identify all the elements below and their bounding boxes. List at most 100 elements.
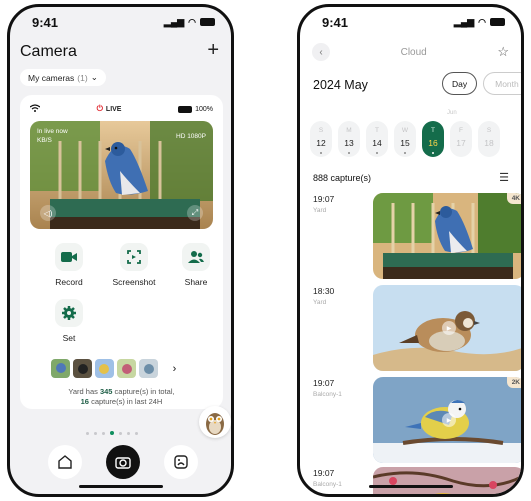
status-bar: 9:41 ▂▄▆ ◠ xyxy=(10,7,231,37)
power-icon: ⏻ xyxy=(96,104,103,113)
clip-location: Yard xyxy=(313,207,327,214)
day-picker: S 12 M 13 T 14 W 15 T 16 F 17 S 18 xyxy=(310,121,500,157)
view-toggle: Day Month xyxy=(442,72,521,95)
gallery-tab[interactable] xyxy=(164,445,198,479)
screenshot-button[interactable]: Screenshot xyxy=(106,243,162,287)
day-number: 16 xyxy=(428,138,438,148)
chevron-right-icon[interactable]: › xyxy=(165,359,184,378)
capture-thumbnail[interactable] xyxy=(73,359,92,378)
has-captures-dot xyxy=(348,152,350,154)
fullscreen-icon[interactable]: ⤢ xyxy=(187,205,203,221)
has-captures-dot xyxy=(432,152,434,154)
capture-count-row: 888 capture(s) ☰ xyxy=(313,171,509,184)
page-dot[interactable] xyxy=(102,431,105,435)
cloud-header: ‹ Cloud ☆ xyxy=(312,42,509,62)
clip-thumbnail[interactable] xyxy=(373,467,521,494)
day-cell[interactable]: M 13 xyxy=(338,121,360,157)
summary-mid: capture(s) in total, xyxy=(112,387,175,396)
clip-location: Balcony-1 xyxy=(313,391,342,398)
play-icon[interactable]: ▶ xyxy=(442,413,456,427)
share-label: Share xyxy=(184,277,208,287)
play-icon[interactable]: ▶ xyxy=(442,321,456,335)
day-cell[interactable]: F 17 xyxy=(450,121,472,157)
day-number: 13 xyxy=(344,138,354,148)
day-of-week: T xyxy=(375,127,379,134)
status-icons: ▂▄▆ ◠ xyxy=(454,17,505,28)
clip-meta: 18:30 Yard xyxy=(313,286,373,306)
day-cell[interactable]: T 16 xyxy=(422,121,444,157)
add-camera-button[interactable]: + xyxy=(207,39,219,62)
battery-icon xyxy=(178,105,193,113)
page-dot[interactable] xyxy=(127,431,130,435)
wifi-icon xyxy=(29,104,41,114)
back-button[interactable]: ‹ xyxy=(312,43,330,61)
day-cell[interactable]: S 12 xyxy=(310,121,332,157)
share-button[interactable]: Share xyxy=(168,243,224,287)
clip-thumbnail[interactable]: 2K ▶ xyxy=(373,377,521,463)
clip-thumbnail[interactable]: 4K xyxy=(373,193,521,279)
camera-filter-dropdown[interactable]: My cameras (1) ⌄ xyxy=(20,69,106,86)
cloud-screen: 9:41 ▂▄▆ ◠ ‹ Cloud ☆ 2024 May Day Month … xyxy=(297,4,524,497)
capture-count: 888 capture(s) xyxy=(313,172,372,183)
clip-time: 19:07 xyxy=(313,194,335,204)
star-icon[interactable]: ☆ xyxy=(497,44,509,60)
home-tab[interactable] xyxy=(48,445,82,479)
live-label: LIVE xyxy=(105,105,122,113)
chevron-left-icon: ‹ xyxy=(319,46,323,58)
capture-thumbnail[interactable] xyxy=(51,359,70,378)
clip-location: Balcony-1 xyxy=(313,481,342,488)
capture-thumbnail[interactable] xyxy=(139,359,158,378)
page-dot[interactable] xyxy=(135,431,138,435)
record-button[interactable]: Record xyxy=(41,243,97,287)
owl-assistant-button[interactable] xyxy=(199,406,231,438)
total-captures: 345 xyxy=(99,387,113,396)
screenshot-label: Screenshot xyxy=(112,277,156,287)
page-dot[interactable] xyxy=(86,431,89,435)
month-label[interactable]: 2024 May xyxy=(313,78,368,92)
page-dot[interactable] xyxy=(94,431,97,435)
day-number: 12 xyxy=(316,138,326,148)
battery-percent: 100% xyxy=(195,105,213,113)
day-of-week: S xyxy=(486,127,492,134)
day-view-button[interactable]: Day xyxy=(442,72,478,95)
status-time: 9:41 xyxy=(322,14,349,30)
clip-thumbnail[interactable]: ▶ xyxy=(373,285,521,371)
camera-tab[interactable] xyxy=(106,445,140,479)
clip-location: Yard xyxy=(313,299,327,306)
blue-jay-image xyxy=(373,193,521,279)
clip-meta: 19:07 Yard xyxy=(313,194,373,214)
day-number: 15 xyxy=(400,138,410,148)
finch-image xyxy=(373,467,521,494)
clip-meta: 19:07 Balcony-1 xyxy=(313,378,373,398)
capture-thumbnail[interactable] xyxy=(117,359,136,378)
capture-thumbnail[interactable] xyxy=(95,359,114,378)
share-people-icon xyxy=(182,243,210,271)
settings-button[interactable]: Set xyxy=(41,299,97,343)
summary-suffix: capture(s) in last 24H xyxy=(88,397,163,406)
day-of-week: T xyxy=(431,127,435,134)
page-dot[interactable] xyxy=(119,431,122,435)
filter-label: My cameras xyxy=(28,72,75,83)
day-of-week: F xyxy=(459,127,463,134)
day-cell[interactable]: W 15 xyxy=(394,121,416,157)
day-of-week: M xyxy=(346,127,352,134)
filter-list-icon[interactable]: ☰ xyxy=(499,171,509,184)
filter-count: (1) xyxy=(77,72,88,83)
card-header: ⏻ LIVE 100% xyxy=(29,103,213,115)
speaker-icon[interactable]: ◁) xyxy=(40,205,56,221)
live-status-overlay: In live now KB/S xyxy=(37,127,68,145)
live-view[interactable]: In live now KB/S HD 1080P ◁) ⤢ xyxy=(30,121,213,229)
resolution-selector[interactable]: HD 1080P xyxy=(176,133,206,140)
next-month-label: Jun xyxy=(447,110,457,116)
clip-time: 19:07 xyxy=(313,378,335,388)
day-of-week: W xyxy=(401,127,409,134)
has-captures-dot xyxy=(404,152,406,154)
day-cell[interactable]: S 18 xyxy=(478,121,500,157)
month-view-button[interactable]: Month xyxy=(483,72,521,95)
wifi-icon: ◠ xyxy=(478,16,486,27)
has-captures-dot xyxy=(376,152,378,154)
page-dot[interactable] xyxy=(110,431,114,435)
signal-icon: ▂▄▆ xyxy=(453,16,475,27)
wifi-icon: ◠ xyxy=(188,16,196,27)
day-cell[interactable]: T 14 xyxy=(366,121,388,157)
